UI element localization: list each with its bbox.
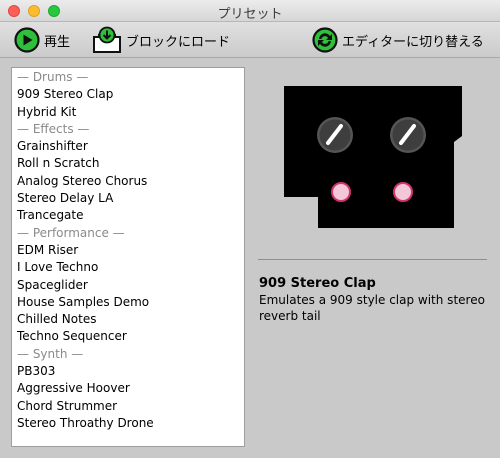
play-button[interactable]: 再生 (14, 26, 70, 54)
preset-list-rows: — Drums — 909 Stereo Clap Hybrid Kit — Effe… (12, 68, 244, 432)
list-item[interactable]: Chilled Notes (12, 311, 244, 328)
switch-to-editor-button[interactable]: エディターに切り替える (312, 26, 484, 54)
list-section-header: — Performance — (17, 225, 125, 240)
pad-icon (393, 182, 413, 202)
list-item[interactable]: 909 Stereo Clap (12, 86, 244, 103)
list-item[interactable]: Chord Strummer (12, 398, 244, 415)
preset-name: 909 Stereo Clap (259, 276, 376, 291)
list-item[interactable]: Stereo Delay LA (12, 190, 244, 207)
load-to-block-label: ブロックにロード (126, 34, 231, 50)
title-bar: プリセット (0, 0, 500, 22)
switch-to-editor-label: エディターに切り替える (342, 34, 484, 50)
play-label: 再生 (44, 34, 71, 50)
list-item[interactable]: I Love Techno (12, 259, 244, 276)
preset-description: Emulates a 909 style clap with stereo re… (259, 293, 485, 323)
list-item[interactable]: Spaceglider (12, 277, 244, 294)
list-item[interactable]: Stereo Throathy Drone (12, 415, 244, 432)
list-item[interactable]: Analog Stereo Chorus (12, 173, 244, 190)
list-item[interactable]: House Samples Demo (12, 294, 244, 311)
list-item[interactable]: EDM Riser (12, 242, 244, 259)
list-section-header: — Synth — (17, 346, 84, 361)
list-item[interactable]: PB303 (12, 363, 244, 380)
play-icon (14, 27, 40, 53)
list-item[interactable]: Grainshifter (12, 138, 244, 155)
toolbar: 再生 ブロックにロード エディターに切り替える (0, 22, 500, 58)
switch-editor-icon (312, 27, 338, 53)
pad-icon (331, 182, 351, 202)
load-to-block-button[interactable]: ブロックにロード (92, 26, 230, 54)
list-item[interactable]: Trancegate (12, 207, 244, 224)
preset-list[interactable]: — Drums — 909 Stereo Clap Hybrid Kit — Effe… (11, 67, 245, 447)
list-section-header: — Effects — (17, 121, 90, 136)
list-item[interactable]: Techno Sequencer (12, 328, 244, 345)
load-to-block-icon (93, 26, 121, 53)
list-item[interactable]: Aggressive Hoover (12, 380, 244, 397)
knob-icon (317, 117, 353, 153)
knob-icon (390, 117, 426, 153)
block-outline (284, 86, 462, 228)
window-title: プリセット (217, 7, 283, 22)
list-item[interactable]: Roll n Scratch (12, 155, 244, 172)
list-item[interactable]: Hybrid Kit (12, 104, 244, 121)
list-section-header: — Drums — (17, 70, 89, 84)
detail-divider (258, 259, 487, 260)
block-preview (284, 86, 462, 228)
